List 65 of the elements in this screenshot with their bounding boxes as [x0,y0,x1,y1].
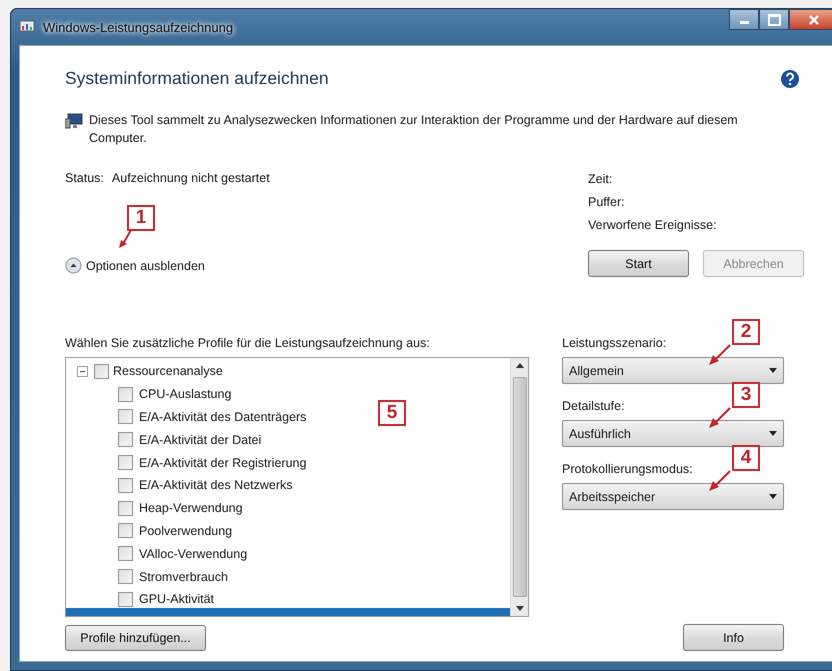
dropdown[interactable]: Allgemein [562,357,784,384]
status-value: Aufzeichnung nicht gestartet [112,171,270,185]
checkbox[interactable] [94,364,109,379]
checkbox[interactable] [118,523,133,538]
dropdown-label: Protokollierungsmodus: [562,461,694,477]
checkbox[interactable] [118,500,133,516]
checkbox[interactable] [118,569,133,584]
collapse-icon[interactable] [65,257,82,274]
caret-icon [769,431,777,436]
dialog-button[interactable]: Start [588,250,689,277]
close-icon[interactable] [808,14,820,24]
checkbox[interactable] [118,409,133,424]
profiles-label: Wählen Sie zusätzliche Profile für die Leistungsaufzeichnung aus: [65,335,431,351]
checkbox[interactable] [118,432,133,448]
app-icon [19,20,35,34]
info-button[interactable]: Info [683,624,784,651]
checkbox[interactable] [118,386,133,402]
dropdown[interactable]: Ausführlich [562,420,784,447]
caret-icon [769,368,777,373]
callout-label: 5 [378,400,406,426]
scroll-down-icon[interactable] [516,606,524,611]
checkbox[interactable] [118,546,133,562]
callout-label: 4 [732,445,760,471]
options-toggle[interactable]: Optionen ausblenden [65,257,205,274]
window-title: Windows-Leistungsaufzeichnung [43,20,234,34]
stat-label: Puffer: [588,194,626,210]
close-button[interactable] [789,9,832,30]
tree-item[interactable]: Ressourcenanalyse [113,364,223,378]
tree-item[interactable]: GPU-Aktivität [139,592,214,606]
help-icon[interactable] [780,68,800,88]
add-profiles-button[interactable]: Profile hinzufügen... [65,625,206,651]
tree-item[interactable]: E/A-Aktivität des Netzwerks [139,478,293,492]
scrollbar[interactable] [510,358,528,616]
dropdown-label: Detailstufe: [562,398,626,414]
tree-item[interactable]: Poolverwendung [139,524,232,538]
callout-arrow [708,344,732,366]
tree-item[interactable]: CPU-Auslastung [139,387,232,402]
dropdown[interactable]: Arbeitsspeicher [562,483,784,510]
stat-label: Zeit: [588,171,614,187]
tree-item[interactable]: E/A-Aktivität des Datenträgers [139,410,306,424]
tree-item[interactable]: Stromverbrauch [139,570,228,584]
dropdown-label: Leistungsszenario: [562,335,668,351]
stat-label: Verworfene Ereignisse: [588,217,718,233]
checkbox[interactable] [118,478,133,493]
scroll-up-icon[interactable] [516,363,524,368]
callout-label: 3 [732,382,760,408]
tree-item[interactable]: E/A-Aktivität der Datei [139,432,262,447]
callout-arrow [708,470,732,492]
callout-arrow [708,407,732,429]
callout-label: 2 [732,319,760,345]
computer-icon [65,113,83,129]
expander-icon[interactable] [77,366,88,377]
callout-label: 1 [127,205,155,231]
description-text: Dieses Tool sammelt zu Analysezwecken Informationen zur Interaktion der Programme und der Hardware auf diesem Computer. [89,112,739,147]
callout-arrow [119,229,133,249]
tree-item[interactable]: E/A-Aktivität der Registrierung [139,456,306,470]
caret-icon [769,494,777,499]
maximize-button[interactable] [759,9,789,30]
tree-item[interactable]: VAlloc-Verwendung [139,546,248,561]
tree-item[interactable]: Heap-Verwendung [139,501,243,516]
checkbox[interactable] [118,455,133,470]
dialog-heading: Systeminformationen aufzeichnen [65,68,329,89]
status-label: Status: [65,171,104,185]
minimize-button[interactable] [729,9,759,30]
checkbox[interactable] [118,592,133,607]
